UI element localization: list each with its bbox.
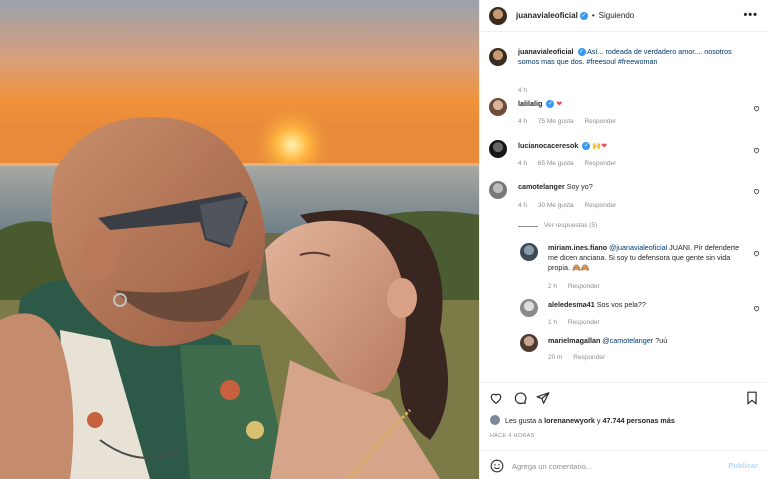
- comment-username[interactable]: camotelanger: [518, 182, 565, 191]
- like-comment-heart-icon[interactable]: [753, 147, 760, 154]
- verified-badge-icon: ✓: [577, 48, 586, 57]
- reply-body: ?uú: [655, 336, 668, 345]
- reply-body: Sos vos pela??: [596, 300, 646, 309]
- comment-text: lalilalig ✓ ❤: [518, 99, 562, 109]
- view-replies-button[interactable]: Ver respuestas (5): [544, 222, 597, 229]
- comment-time: 4 h: [518, 160, 528, 167]
- verified-badge-icon: ✓: [582, 142, 591, 151]
- hashtag-freewoman[interactable]: #freewoman: [618, 57, 658, 66]
- caption-meta: 4 h: [518, 87, 536, 94]
- comment-likes[interactable]: 75 Me gusta: [538, 118, 574, 125]
- reply-button[interactable]: Responder: [573, 354, 605, 361]
- comment-likes[interactable]: 30 Me gusta: [538, 202, 574, 209]
- comment-meta: 4 h 30 Me gusta Responder: [518, 202, 625, 209]
- replies-divider: [518, 226, 538, 227]
- reply-time: 1 h: [548, 319, 558, 326]
- reply-item: miriam.ines.fiano @juanavialeoficial JUA…: [480, 239, 767, 299]
- caption-avatar[interactable]: [489, 48, 507, 66]
- replier-avatar[interactable]: [520, 243, 538, 261]
- comment-meta: 4 h 75 Me gusta Responder: [518, 118, 625, 125]
- share-icon[interactable]: [536, 391, 550, 405]
- reply-button[interactable]: Responder: [584, 160, 616, 167]
- like-reply-heart-icon[interactable]: [753, 305, 760, 312]
- liker-avatar[interactable]: [490, 415, 500, 425]
- comment-username[interactable]: lucianocaceresok: [518, 141, 578, 150]
- post-panel: juanavialeoficial ✓ • Siguiendo ••• juan…: [479, 0, 767, 479]
- separator-dot: •: [591, 11, 595, 20]
- comment-icon[interactable]: [513, 391, 527, 405]
- reply-username[interactable]: marielmagallan: [548, 336, 600, 345]
- comment-item: lucianocaceresok ✓ 🙌❤ 4 h 65 Me gusta Re…: [480, 136, 767, 172]
- comment-text: lucianocaceresok ✓ 🙌❤: [518, 141, 607, 151]
- reply-meta: 1 h Responder: [548, 319, 609, 326]
- caption: juanavialeoficial ✓ Así... rodeada de ve…: [480, 43, 767, 94]
- comment-emoji: ❤: [556, 99, 563, 108]
- reply-button[interactable]: Responder: [568, 319, 600, 326]
- heart-icon[interactable]: [489, 391, 503, 405]
- reply-time: 20 m: [548, 354, 563, 361]
- commenter-avatar[interactable]: [489, 181, 507, 199]
- caption-text: juanavialeoficial ✓ Así... rodeada de ve…: [518, 47, 753, 67]
- posted-time: HACE 4 HORAS: [490, 433, 535, 439]
- comments-list[interactable]: juanavialeoficial ✓ Así... rodeada de ve…: [480, 33, 767, 381]
- post-header: juanavialeoficial ✓ • Siguiendo •••: [480, 0, 767, 32]
- reply-meta: 2 h Responder: [548, 283, 609, 290]
- reply-button[interactable]: Responder: [584, 118, 616, 125]
- verified-badge-icon: ✓: [579, 11, 588, 20]
- author-avatar[interactable]: [489, 6, 507, 25]
- likes-conj: y: [596, 415, 601, 425]
- reply-time: 2 h: [548, 283, 558, 290]
- post-photo[interactable]: [0, 0, 479, 479]
- comment-input[interactable]: [512, 459, 712, 473]
- comment-username[interactable]: lalilalig: [518, 99, 542, 108]
- reply-meta: 20 m Responder: [548, 354, 614, 361]
- reply-item: marielmagallan @camotelanger ?uú 20 m Re…: [480, 333, 767, 369]
- reply-mention[interactable]: @camotelanger: [602, 336, 653, 345]
- reply-text: aleledesma41 Sos vos pela??: [548, 300, 646, 310]
- caption-username[interactable]: juanavialeoficial: [518, 47, 574, 56]
- verified-badge-icon: ✓: [546, 100, 555, 109]
- reply-button[interactable]: Responder: [568, 283, 600, 290]
- reply-mention[interactable]: @juanavialeoficial: [609, 243, 667, 252]
- likes-prefix: Les gusta a: [505, 415, 543, 425]
- liker-username[interactable]: lorenanewyork: [544, 416, 595, 425]
- comment-time: 4 h: [518, 202, 528, 209]
- comment-body: Soy yo?: [566, 182, 593, 191]
- follow-status-button[interactable]: Siguiendo: [599, 11, 635, 20]
- likes-summary: Les gusta a lorenanewyork y 47.744 perso…: [490, 415, 675, 425]
- author-username[interactable]: juanavialeoficial: [516, 11, 578, 20]
- add-comment-bar: Publicar: [480, 450, 767, 479]
- comment-item: camotelanger Soy yo? 4 h 30 Me gusta Res…: [480, 178, 767, 214]
- reply-button[interactable]: Responder: [584, 202, 616, 209]
- reply-username[interactable]: aleledesma41: [548, 300, 595, 309]
- hashtag-freesoul[interactable]: #freesoul: [586, 57, 616, 66]
- reply-item: aleledesma41 Sos vos pela?? 1 h Responde…: [480, 299, 767, 335]
- bookmark-icon[interactable]: [745, 391, 759, 405]
- like-reply-heart-icon[interactable]: [753, 250, 760, 257]
- replier-avatar[interactable]: [520, 334, 538, 352]
- sunset-kiss-photo: [0, 0, 479, 479]
- emoji-icon[interactable]: [490, 459, 504, 473]
- comment-likes[interactable]: 65 Me gusta: [538, 160, 574, 167]
- commenter-avatar[interactable]: [489, 98, 507, 116]
- more-options-icon[interactable]: •••: [743, 9, 758, 21]
- comment-meta: 4 h 65 Me gusta Responder: [518, 160, 625, 167]
- replier-avatar[interactable]: [520, 299, 538, 317]
- reply-text: miriam.ines.fiano @juanavialeoficial JUA…: [548, 243, 746, 273]
- comment-text: camotelanger Soy yo?: [518, 182, 593, 192]
- like-comment-heart-icon[interactable]: [753, 105, 760, 112]
- reply-username[interactable]: miriam.ines.fiano: [548, 243, 607, 252]
- reply-text: marielmagallan @camotelanger ?uú: [548, 336, 667, 346]
- publish-button[interactable]: Publicar: [728, 461, 758, 470]
- commenter-avatar[interactable]: [489, 140, 507, 158]
- likes-count[interactable]: 47.744 personas más: [603, 416, 675, 425]
- like-comment-heart-icon[interactable]: [753, 188, 760, 195]
- comment-time: 4 h: [518, 118, 528, 125]
- comment-item: lalilalig ✓ ❤ 4 h 75 Me gusta Responder: [480, 95, 767, 131]
- caption-time: 4 h: [518, 87, 528, 94]
- comment-emoji: 🙌❤: [592, 141, 608, 150]
- post-actions: Les gusta a lorenanewyork y 47.744 perso…: [480, 382, 767, 479]
